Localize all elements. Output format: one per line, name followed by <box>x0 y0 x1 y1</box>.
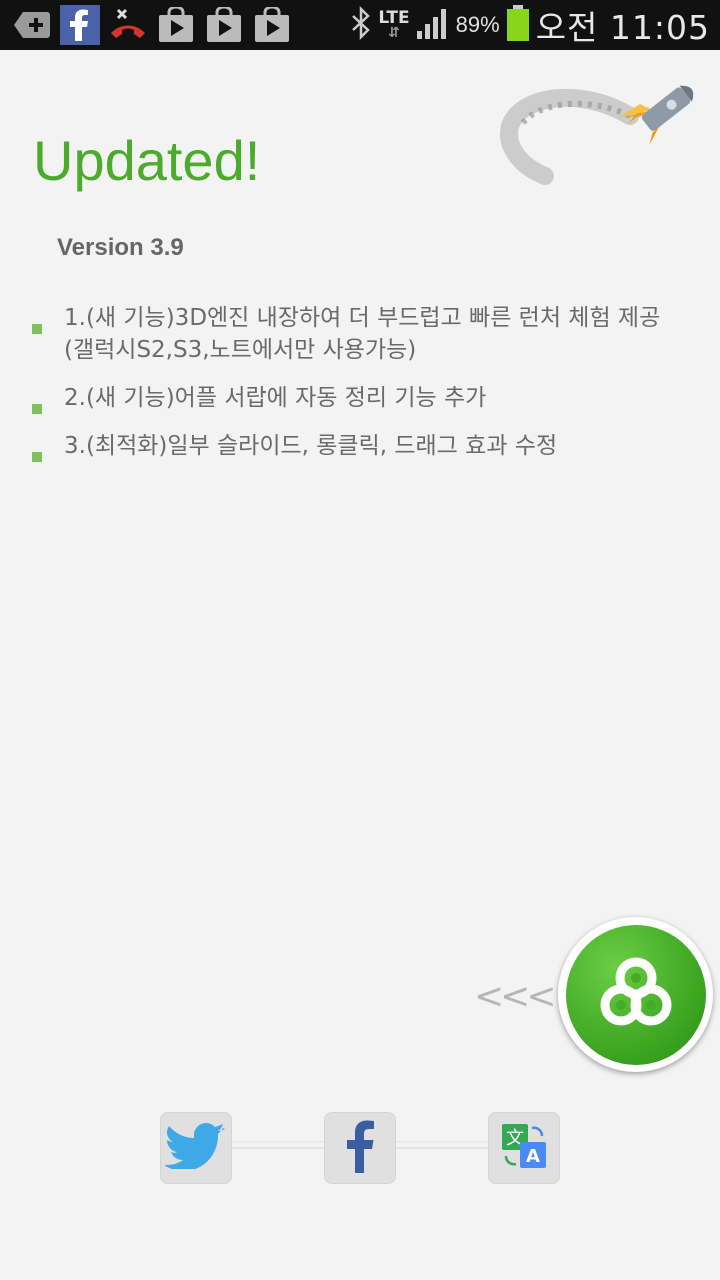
launcher-logo-icon <box>565 924 706 1065</box>
twitter-share-button[interactable] <box>160 1112 232 1184</box>
launcher-button[interactable] <box>558 917 713 1072</box>
list-item: 2.(새 기능)어플 서랍에 자동 정리 기능 추가 <box>30 382 670 414</box>
signal-icon <box>416 7 450 43</box>
bullet-icon <box>32 324 42 334</box>
version-label: Version 3.9 <box>57 234 184 261</box>
add-icon <box>12 5 52 45</box>
play-store-icon <box>252 5 292 45</box>
page-title: Updated! <box>33 129 261 192</box>
note-text: 1.(새 기능)3D엔진 내장하여 더 부드럽고 빠른 런처 체험 제공 (갤럭… <box>64 305 661 363</box>
list-item: 3.(최적화)일부 슬라이드, 롱클릭, 드래그 효과 수정 <box>30 430 670 462</box>
bullet-icon <box>32 452 42 462</box>
battery-percent: 89% <box>455 12 500 37</box>
data-arrows-icon: ⇵ <box>388 25 400 41</box>
missed-call-icon <box>108 5 148 45</box>
translate-button[interactable]: 文 A <box>488 1112 560 1184</box>
release-notes-list: 1.(새 기능)3D엔진 내장하여 더 부드럽고 빠른 런처 체험 제공 (갤럭… <box>30 302 670 478</box>
svg-text:A: A <box>526 1146 540 1167</box>
translate-icon: 文 A <box>500 1122 548 1174</box>
network-indicator: LTE ⇵ <box>378 8 410 41</box>
rocket-illustration <box>500 66 710 186</box>
note-text: 3.(최적화)일부 슬라이드, 롱클릭, 드래그 효과 수정 <box>64 433 558 459</box>
facebook-icon <box>345 1119 375 1177</box>
facebook-share-button[interactable] <box>324 1112 396 1184</box>
play-store-icon <box>204 5 244 45</box>
bluetooth-icon <box>350 5 372 44</box>
play-store-icon <box>156 5 196 45</box>
swipe-arrows-icon: <<< <box>474 976 556 1017</box>
clock: 오전 11:05 <box>535 8 710 47</box>
facebook-icon <box>60 5 100 45</box>
network-type-label: LTE <box>378 8 410 28</box>
list-item: 1.(새 기능)3D엔진 내장하여 더 부드럽고 빠른 런처 체험 제공 (갤럭… <box>30 302 670 366</box>
status-bar: LTE ⇵ 89% 오전 11:05 <box>0 0 720 50</box>
bullet-icon <box>32 404 42 414</box>
battery-icon <box>506 5 530 45</box>
note-text: 2.(새 기능)어플 서랍에 자동 정리 기능 추가 <box>64 385 487 411</box>
twitter-icon <box>164 1123 227 1173</box>
